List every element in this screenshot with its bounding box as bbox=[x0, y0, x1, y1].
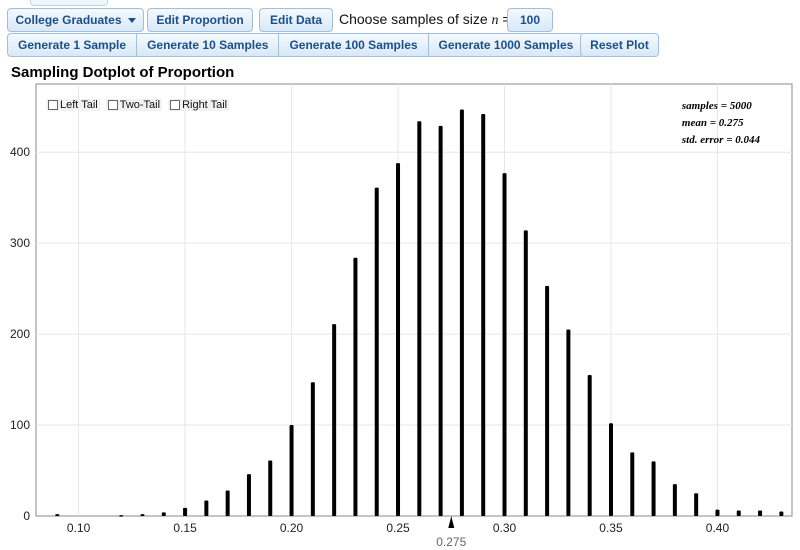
dot-column bbox=[481, 114, 486, 516]
dot-column bbox=[672, 484, 677, 516]
dot-column bbox=[55, 514, 60, 516]
dot-column bbox=[161, 512, 166, 516]
dot-column bbox=[119, 515, 124, 517]
x-tick-label: 0.10 bbox=[67, 521, 91, 535]
two-tail-checkbox[interactable] bbox=[107, 100, 118, 110]
dot-column bbox=[502, 173, 507, 516]
dot-column bbox=[566, 329, 571, 516]
x-tick-label: 0.25 bbox=[386, 521, 410, 535]
tail-options: Left Tail Two-Tail Right Tail bbox=[46, 99, 230, 111]
dot-column bbox=[715, 509, 720, 516]
dot-column bbox=[545, 285, 550, 516]
dot-column bbox=[268, 460, 273, 516]
dotplot-chart: 0 100 200 300 400 0.10 0.15 0.20 0.25 0.30 0.35 0.4… bbox=[10, 83, 793, 549]
y-tick-label: 0 bbox=[23, 509, 30, 523]
mean-marker bbox=[448, 516, 455, 528]
dot-column bbox=[289, 425, 294, 516]
mean-marker-label: 0.275 bbox=[436, 535, 466, 549]
dot-column bbox=[183, 507, 188, 516]
dot-column bbox=[523, 230, 528, 516]
dot-column bbox=[140, 514, 145, 516]
two-tail-label: Two-Tail bbox=[119, 99, 161, 111]
plot-area bbox=[35, 83, 793, 517]
dot-column bbox=[758, 510, 763, 516]
dot-column bbox=[630, 452, 635, 516]
dot-column bbox=[459, 109, 464, 516]
stat-std-error: std. error = 0.044 bbox=[681, 134, 760, 146]
dot-column bbox=[587, 375, 592, 516]
dot-column bbox=[374, 187, 379, 516]
dot-column bbox=[353, 257, 358, 516]
dot-column bbox=[608, 423, 613, 516]
dot-column bbox=[332, 324, 337, 516]
stat-mean: mean = 0.275 bbox=[681, 117, 744, 129]
y-tick-label: 100 bbox=[10, 418, 30, 432]
dot-column bbox=[310, 382, 315, 516]
dot-column bbox=[204, 500, 209, 516]
y-tick-label: 200 bbox=[10, 327, 30, 341]
dot-column bbox=[225, 490, 230, 516]
dot-column bbox=[694, 493, 699, 516]
right-tail-label: Right Tail bbox=[182, 99, 228, 111]
dot-column bbox=[651, 461, 656, 516]
left-tail-label: Left Tail bbox=[60, 99, 98, 111]
stat-samples: samples = 5000 bbox=[681, 100, 752, 112]
x-tick-label: 0.40 bbox=[706, 521, 730, 535]
dot-column bbox=[417, 121, 422, 516]
left-tail-checkbox[interactable] bbox=[48, 100, 58, 110]
left-tail-option[interactable]: Left Tail bbox=[46, 99, 100, 111]
y-tick-label: 300 bbox=[10, 236, 30, 250]
dot-column bbox=[438, 125, 443, 517]
x-tick-label: 0.15 bbox=[173, 521, 197, 535]
y-tick-label: 400 bbox=[10, 145, 30, 159]
right-tail-option[interactable]: Right Tail bbox=[168, 99, 230, 111]
x-tick-label: 0.35 bbox=[599, 521, 623, 535]
right-tail-checkbox[interactable] bbox=[170, 100, 181, 110]
summary-stats: samples = 5000 mean = 0.275 std. error =… bbox=[682, 98, 760, 149]
x-tick-label: 0.30 bbox=[493, 521, 517, 535]
x-tick-label: 0.20 bbox=[280, 521, 304, 535]
dot-column bbox=[736, 510, 741, 516]
dot-column bbox=[396, 163, 401, 516]
two-tail-option[interactable]: Two-Tail bbox=[105, 99, 163, 111]
dot-column bbox=[246, 474, 251, 516]
dot-column bbox=[779, 511, 784, 516]
